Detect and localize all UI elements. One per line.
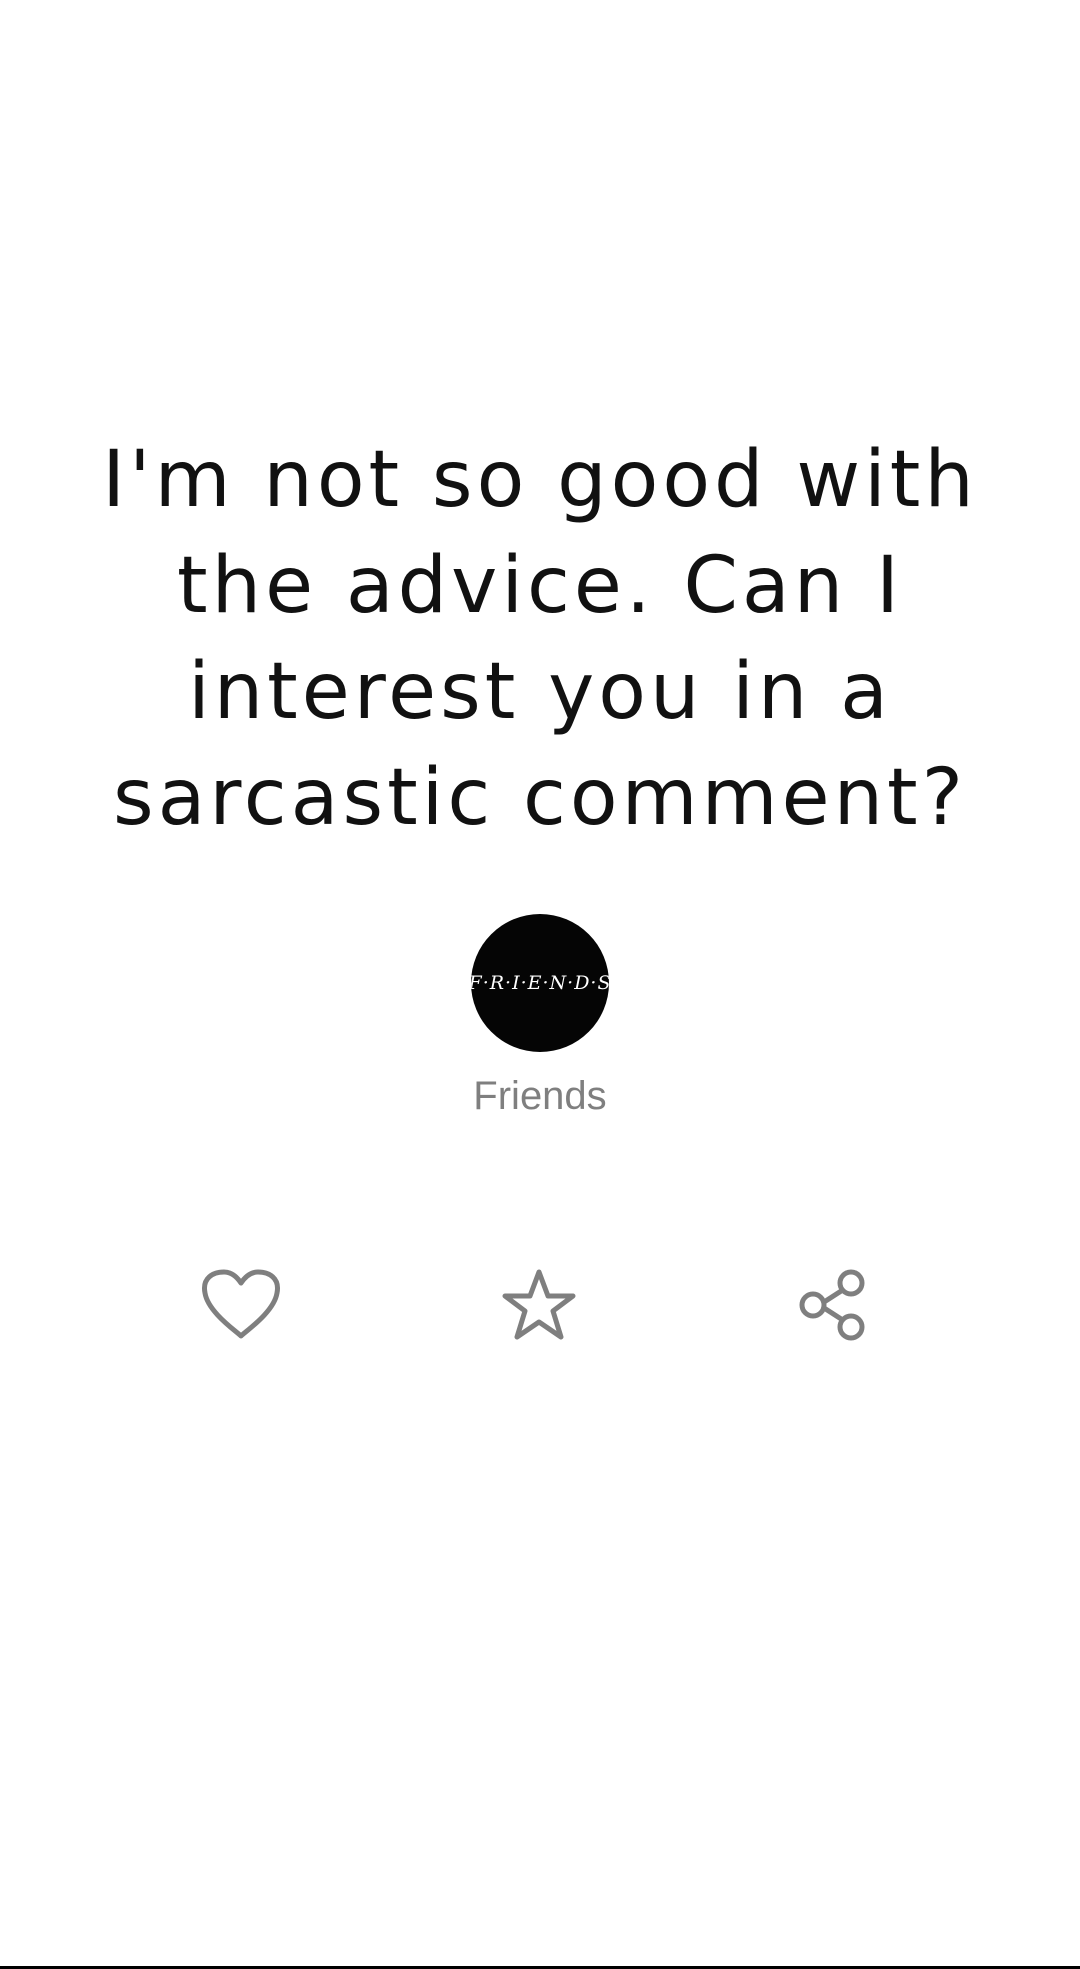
quote-line-2: the advice. Can I xyxy=(177,541,903,631)
favorite-button[interactable] xyxy=(489,1260,589,1350)
share-icon xyxy=(799,1269,865,1341)
share-button[interactable] xyxy=(782,1260,882,1350)
star-icon xyxy=(502,1269,576,1340)
author-avatar[interactable]: F·R·I·E·N·D·S xyxy=(471,914,609,1052)
like-button[interactable] xyxy=(191,1260,291,1350)
friends-logo: F·R·I·E·N·D·S xyxy=(471,972,609,994)
quote-line-3: interest you in a xyxy=(188,647,892,737)
heart-icon xyxy=(202,1269,280,1339)
quote-actions xyxy=(0,1260,1080,1350)
author-name[interactable]: Friends xyxy=(390,1071,690,1121)
quote-line-1: I'm not so good with xyxy=(102,435,978,525)
quote-text: I'm not so good with the advice. Can I i… xyxy=(80,427,1000,851)
quote-section: I'm not so good with the advice. Can I i… xyxy=(80,427,1000,851)
quote-line-4: sarcastic comment? xyxy=(112,753,968,843)
